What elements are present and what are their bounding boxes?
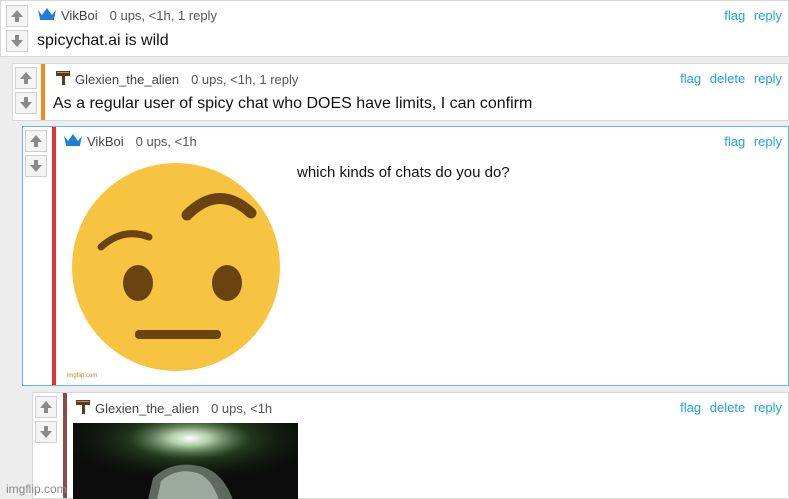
comment-3: VikBoi 0 ups, <1h flag reply imgflip.com… [22, 126, 789, 386]
upvote-arrow-icon [20, 72, 32, 84]
downvote-button[interactable] [35, 421, 57, 443]
reply-link[interactable]: reply [754, 71, 782, 86]
upvote-button[interactable] [25, 130, 47, 152]
comment-actions: flag delete reply [675, 71, 782, 86]
reply-depth-stripe [52, 127, 56, 385]
imgflip-watermark: imgflip.com [6, 482, 67, 496]
comment-stats: 0 ups, <1h, 1 reply [191, 72, 299, 87]
comment-actions: flag reply [719, 134, 782, 149]
comment-text: spicychat.ai is wild [37, 32, 169, 49]
comment-actions: flag delete reply [675, 400, 782, 415]
downvote-arrow-icon [40, 426, 52, 438]
upvote-button[interactable] [35, 396, 57, 418]
reply-link[interactable]: reply [754, 134, 782, 149]
comment-text: which kinds of chats do you do? [297, 164, 510, 181]
downvote-arrow-icon [30, 160, 42, 172]
comment-2: Glexien_the_alien 0 ups, <1h, 1 reply fl… [12, 63, 789, 121]
comment-stats: 0 ups, <1h [135, 134, 197, 149]
upvote-arrow-icon [40, 401, 52, 413]
upvote-button[interactable] [15, 67, 37, 89]
vote-controls [6, 5, 28, 55]
delete-link[interactable]: delete [710, 71, 745, 86]
reply-depth-stripe [41, 64, 45, 120]
flag-link[interactable]: flag [680, 400, 701, 415]
flag-link[interactable]: flag [724, 134, 745, 149]
comment-meta: Glexien_the_alien 0 ups, <1h, 1 reply [55, 70, 298, 89]
username-link[interactable]: Glexien_the_alien [75, 72, 179, 87]
vote-controls [15, 67, 37, 117]
username-link[interactable]: VikBoi [61, 8, 98, 23]
raised-eyebrow-emoji-image[interactable]: imgflip.com [61, 151, 291, 381]
downvote-arrow-icon [20, 97, 32, 109]
crown-icon [37, 7, 57, 24]
comment-meta: VikBoi 0 ups, <1h, 1 reply [37, 7, 217, 24]
upvote-arrow-icon [30, 135, 42, 147]
downvote-arrow-icon [11, 35, 23, 47]
image-caption: imgflip.com [67, 373, 98, 379]
delete-link[interactable]: delete [710, 400, 745, 415]
crown-icon [63, 133, 83, 150]
vote-controls [35, 396, 57, 446]
hammer-icon [75, 399, 91, 418]
flag-link[interactable]: flag [680, 71, 701, 86]
comment-stats: 0 ups, <1h, 1 reply [109, 8, 217, 23]
comment-meta: Glexien_the_alien 0 ups, <1h [75, 399, 272, 418]
username-link[interactable]: Glexien_the_alien [95, 401, 199, 416]
comment-text: As a regular user of spicy chat who DOES… [53, 95, 533, 112]
downvote-button[interactable] [6, 30, 28, 52]
comment-meta: VikBoi 0 ups, <1h [63, 133, 197, 150]
comment-actions: flag reply [719, 8, 782, 23]
reply-link[interactable]: reply [754, 400, 782, 415]
vote-controls [25, 130, 47, 180]
flag-link[interactable]: flag [724, 8, 745, 23]
username-link[interactable]: VikBoi [87, 134, 124, 149]
reply-link[interactable]: reply [754, 8, 782, 23]
hammer-icon [55, 70, 71, 89]
upvote-button[interactable] [6, 5, 28, 27]
comment-4: Glexien_the_alien 0 ups, <1h flag delete… [32, 392, 789, 499]
downvote-button[interactable] [25, 155, 47, 177]
dark-glowing-text-image[interactable] [73, 423, 298, 499]
comment-1: VikBoi 0 ups, <1h, 1 reply flag reply sp… [0, 0, 789, 57]
comment-stats: 0 ups, <1h [211, 401, 273, 416]
upvote-arrow-icon [11, 10, 23, 22]
downvote-button[interactable] [15, 92, 37, 114]
